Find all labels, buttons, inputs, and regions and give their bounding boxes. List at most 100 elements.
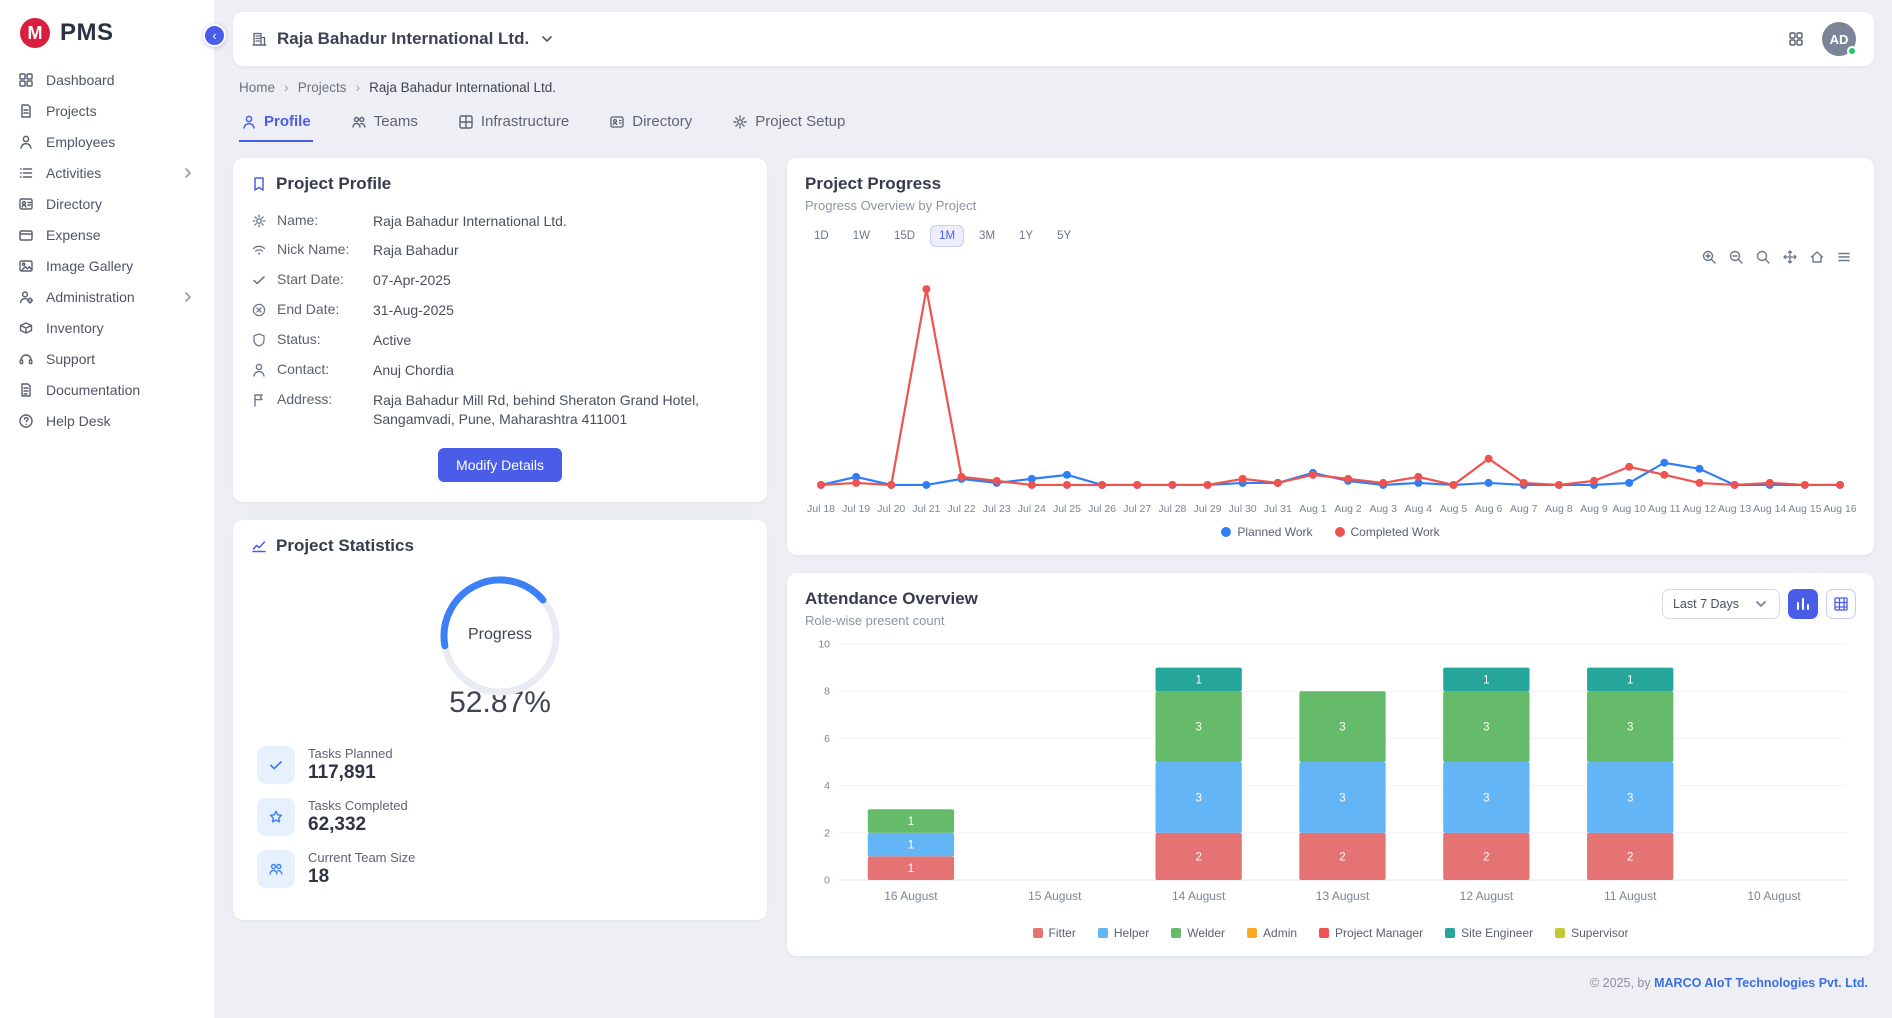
svg-text:2: 2 [1195,851,1201,863]
zoom-in-icon[interactable] [1701,249,1717,265]
content: Project Profile Name: Raja Bahadur Inter… [233,158,1874,1002]
sidebar-item-label: Expense [46,227,196,243]
tab-directory[interactable]: Directory [607,109,694,142]
app-name: PMS [60,19,114,47]
sidebar-item-administration[interactable]: Administration [0,282,214,312]
stat-label: Tasks Completed [308,798,408,813]
breadcrumb-current: Raja Bahadur International Ltd. [369,80,556,95]
svg-text:3: 3 [1627,722,1633,734]
sidebar-item-dashboard[interactable]: Dashboard [0,65,214,95]
sidebar-item-activities[interactable]: Activities [0,158,214,188]
legend-item[interactable]: Welder [1171,926,1225,940]
tab-profile[interactable]: Profile [239,109,313,142]
svg-text:Jul 29: Jul 29 [1194,503,1222,515]
chart-toolbar [805,249,1852,265]
svg-text:2: 2 [1627,851,1633,863]
field-value: 07-Apr-2025 [373,271,749,290]
modify-details-button[interactable]: Modify Details [438,448,562,482]
check-icon [257,746,295,784]
table-view-button[interactable] [1826,589,1856,619]
chevron-down-icon [1753,596,1769,612]
people-icon [351,114,367,130]
range-button-1m[interactable]: 1M [930,225,964,247]
sidebar-item-inventory[interactable]: Inventory [0,313,214,343]
sidebar-item-employees[interactable]: Employees [0,127,214,157]
sidebar-item-expense[interactable]: Expense [0,220,214,250]
legend-item[interactable]: Site Engineer [1445,926,1533,940]
range-button-1w[interactable]: 1W [844,225,879,247]
legend-item[interactable]: Fitter [1033,926,1076,940]
range-button-3m[interactable]: 3M [970,225,1004,247]
sidebar-item-directory[interactable]: Directory [0,189,214,219]
avatar[interactable]: AD [1822,22,1856,56]
progress-gauge: Progress [434,570,566,702]
range-button-1d[interactable]: 1D [805,225,838,247]
sidebar-item-projects[interactable]: Projects [0,96,214,126]
legend-swatch [1033,928,1043,938]
field-value: 31-Aug-2025 [373,301,749,320]
field-value: Raja Bahadur International Ltd. [373,212,749,231]
svg-text:1: 1 [908,816,914,828]
attendance-chart[interactable]: 024681011116 August15 August233114 Augus… [805,634,1856,922]
home-icon[interactable] [1809,249,1825,265]
zoom-icon[interactable] [1755,249,1771,265]
field-address: Address: Raja Bahadur Mill Rd, behind Sh… [251,385,749,434]
breadcrumb-home[interactable]: Home [239,80,275,95]
chart-line-icon [251,538,267,554]
legend-item[interactable]: Planned Work [1221,525,1312,539]
svg-text:Jul 30: Jul 30 [1229,503,1257,515]
company-selector[interactable]: Raja Bahadur International Ltd. [251,29,555,49]
grid-icon [458,114,474,130]
breadcrumb-projects[interactable]: Projects [298,80,347,95]
sidebar-item-image-gallery[interactable]: Image Gallery [0,251,214,281]
sidebar-item-label: Image Gallery [46,258,196,274]
field-label: Name: [277,212,363,228]
tab-project-setup[interactable]: Project Setup [730,109,847,142]
footer-link[interactable]: MARCO AIoT Technologies Pvt. Ltd. [1654,976,1868,990]
field-value: Active [373,331,749,350]
svg-text:3: 3 [1195,722,1201,734]
tab-teams[interactable]: Teams [349,109,420,142]
field-contact: Contact: Anuj Chordia [251,355,749,385]
svg-text:1: 1 [908,863,914,875]
sidebar-item-label: Documentation [46,382,196,398]
date-range-select[interactable]: Last 7 Days [1662,589,1780,619]
svg-text:1: 1 [1483,674,1489,686]
sidebar-item-support[interactable]: Support [0,344,214,374]
range-button-15d[interactable]: 15D [885,225,924,247]
bar-chart-legend: Fitter Helper Welder Admin Project Manager Si… [805,926,1856,940]
tab-infrastructure[interactable]: Infrastructure [456,109,571,142]
sidebar-item-documentation[interactable]: Documentation [0,375,214,405]
svg-text:Aug 4: Aug 4 [1405,503,1433,515]
legend-item[interactable]: Project Manager [1319,926,1423,940]
main-area: Raja Bahadur International Ltd. AD Home … [215,0,1892,1018]
project-progress-card: Project Progress Progress Overview by Pr… [787,158,1874,555]
legend-item[interactable]: Completed Work [1335,525,1440,539]
zoom-out-icon[interactable] [1728,249,1744,265]
svg-text:1: 1 [1627,674,1633,686]
tab-label: Infrastructure [481,113,569,130]
svg-text:Aug 10: Aug 10 [1613,503,1646,515]
sidebar-item-help-desk[interactable]: Help Desk [0,406,214,436]
legend-item[interactable]: Supervisor [1555,926,1628,940]
range-button-1y[interactable]: 1Y [1010,225,1042,247]
stat-value: 18 [308,866,415,888]
range-button-5y[interactable]: 5Y [1048,225,1080,247]
svg-text:2: 2 [1483,851,1489,863]
legend-item[interactable]: Helper [1098,926,1149,940]
sidebar-collapse-button[interactable]: ‹ [203,24,226,47]
breadcrumb-separator: › [355,79,360,95]
pan-icon[interactable] [1782,249,1798,265]
people-icon [257,850,295,888]
chart-view-button[interactable] [1788,589,1818,619]
svg-text:Aug 16: Aug 16 [1823,503,1856,515]
menu-icon[interactable] [1836,249,1852,265]
image-gallery-icon [18,258,34,274]
field-value: Raja Bahadur Mill Rd, behind Sheraton Gr… [373,391,749,429]
building-icon [251,31,267,47]
legend-item[interactable]: Admin [1247,926,1297,940]
activities-icon [18,165,34,181]
stat-value: 117,891 [308,762,393,784]
project-progress-chart[interactable]: Jul 18Jul 19Jul 20Jul 21Jul 22Jul 23Jul … [805,253,1856,521]
apps-grid-icon[interactable] [1788,31,1804,47]
